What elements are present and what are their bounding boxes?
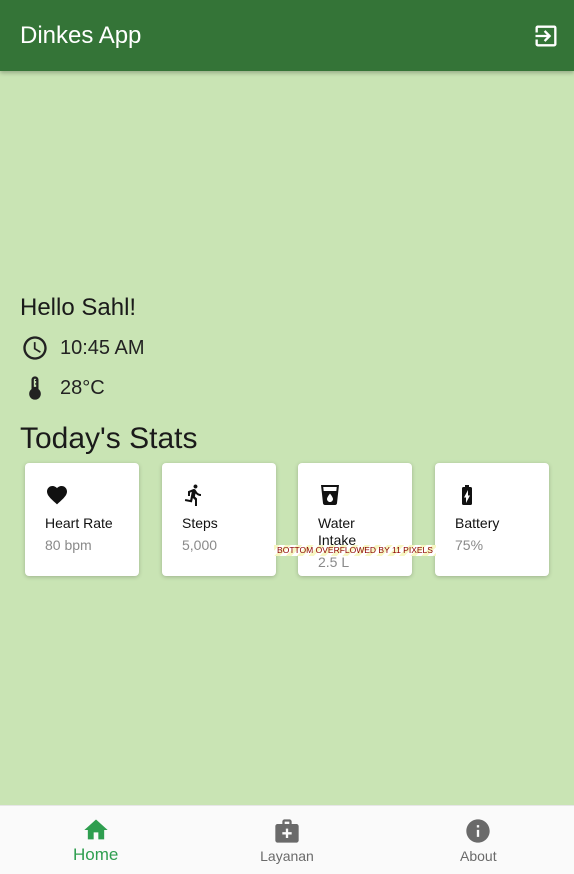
home-icon [82, 816, 110, 844]
logout-button[interactable] [530, 20, 562, 52]
thermometer-icon [20, 373, 50, 403]
stat-label: Heart Rate [45, 515, 113, 531]
temperature-value: 28°C [60, 376, 105, 399]
nav-item-home[interactable]: Home [0, 806, 191, 874]
nav-label: About [460, 847, 497, 864]
battery-icon [455, 483, 479, 507]
stat-label: Battery [455, 515, 500, 531]
bottom-navigation: Home Layanan About [0, 805, 574, 874]
stat-value: 75% [455, 537, 484, 553]
stat-value: 80 bpm [45, 537, 92, 553]
nav-label: Layanan [260, 847, 314, 864]
walk-icon [182, 483, 206, 507]
overflow-warning-banner: BOTTOM OVERFLOWED BY 11 PIXELS [274, 545, 436, 556]
nav-item-layanan[interactable]: Layanan [191, 806, 382, 874]
stat-value: 5,000 [182, 537, 218, 553]
water-icon [318, 483, 342, 507]
nav-item-about[interactable]: About [383, 806, 574, 874]
stat-card-heart-rate: Heart Rate 80 bpm [25, 463, 139, 576]
greeting-text: Hello Sahl! [20, 294, 137, 321]
stat-card-battery: Battery 75% [435, 463, 549, 576]
nav-label: Home [72, 844, 119, 864]
stat-card-steps: Steps 5,000 [162, 463, 276, 576]
app-title: Dinkes App [20, 21, 142, 49]
time-value: 10:45 AM [60, 336, 145, 359]
app-bar: Dinkes App [0, 0, 574, 71]
stat-label: Steps [182, 515, 218, 531]
info-icon [464, 817, 492, 845]
heart-icon [45, 483, 69, 507]
stat-card-water-intake: Water Intake 2.5 L [298, 463, 412, 576]
logout-icon [535, 25, 557, 46]
time-row: 10:45 AM [20, 333, 145, 363]
clock-icon [20, 333, 50, 363]
stat-label: Water Intake [318, 515, 357, 548]
temperature-row: 28°C [20, 373, 105, 403]
medical-bag-icon [273, 817, 301, 845]
stat-value: 2.5 L [318, 554, 350, 570]
stats-heading: Today's Stats [20, 422, 198, 455]
